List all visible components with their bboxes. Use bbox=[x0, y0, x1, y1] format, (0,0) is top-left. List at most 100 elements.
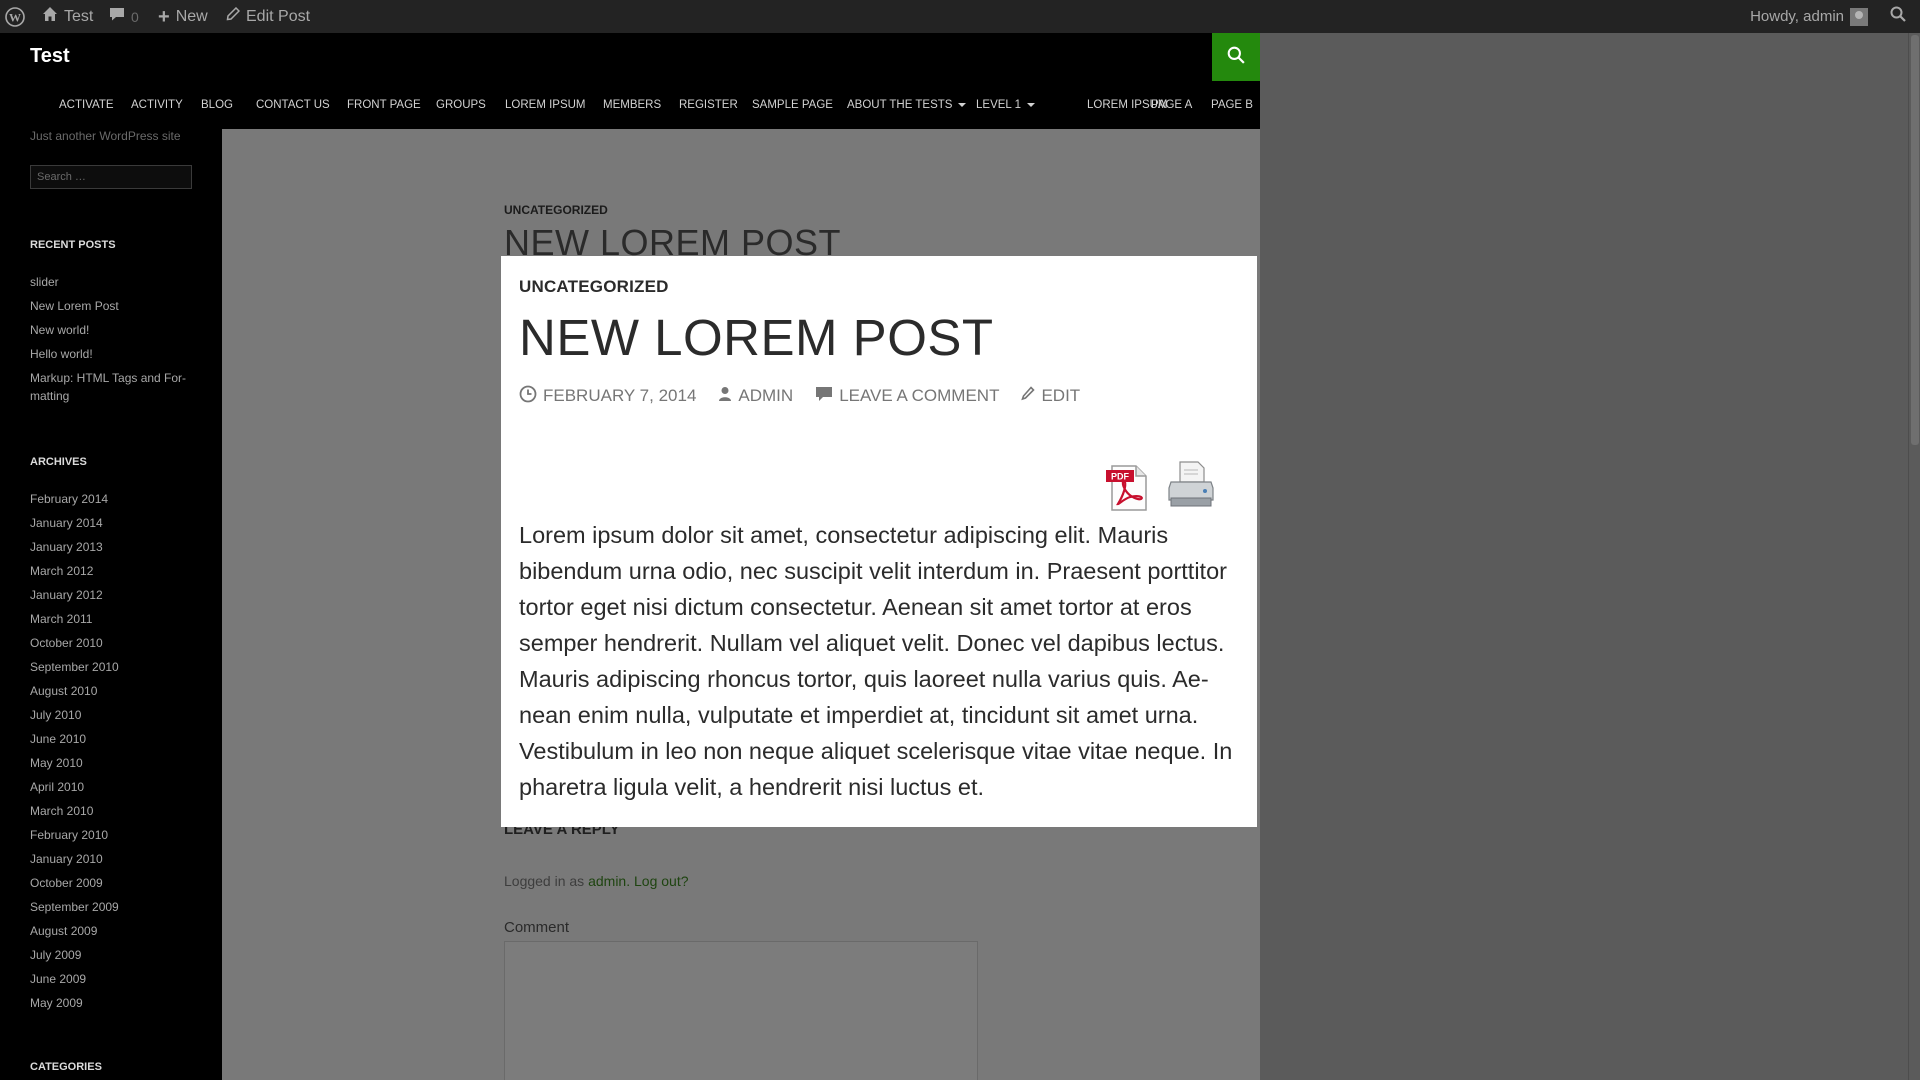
admin-bar-new[interactable]: + New bbox=[158, 0, 208, 33]
admin-bar-site-name: Test bbox=[64, 7, 94, 25]
nav-item-level-1[interactable]: LEVEL 1 bbox=[976, 81, 1035, 129]
edit-post-link[interactable]: EDIT bbox=[1021, 385, 1081, 407]
recent-post-link[interactable]: Hello world! bbox=[30, 345, 200, 363]
comment-icon bbox=[109, 6, 125, 27]
archive-link[interactable]: August 2010 bbox=[30, 682, 200, 700]
site-title[interactable]: Test bbox=[30, 45, 70, 68]
avatar bbox=[1850, 7, 1868, 26]
comment-count: 0 bbox=[131, 8, 139, 25]
print-preview-modal: UNCATEGORIZED NEW LOREM POST FEBRUARY 7,… bbox=[501, 256, 1257, 827]
archive-link[interactable]: April 2010 bbox=[30, 778, 200, 796]
nav-item-activity[interactable]: ACTIVITY bbox=[131, 81, 183, 129]
admin-bar-comments[interactable]: 0 bbox=[109, 0, 139, 33]
logged-in-user-link[interactable]: admin bbox=[588, 873, 626, 889]
search-icon bbox=[1227, 46, 1245, 69]
post-date-link[interactable]: FEBRUARY 7, 2014 bbox=[519, 385, 696, 408]
leave-comment-label: LEAVE A COMMENT bbox=[839, 386, 1000, 405]
categories-title: CATEGORIES bbox=[30, 1061, 102, 1073]
archive-link[interactable]: September 2009 bbox=[30, 898, 200, 916]
svg-text:PDF: PDF bbox=[1111, 472, 1130, 482]
dropdown-caret-icon bbox=[1026, 102, 1035, 107]
pencil-icon bbox=[1021, 385, 1036, 407]
post-date: FEBRUARY 7, 2014 bbox=[543, 386, 697, 405]
archives-title: ARCHIVES bbox=[30, 456, 87, 468]
recent-post-link[interactable]: New world! bbox=[30, 321, 200, 339]
archive-link[interactable]: January 2014 bbox=[30, 514, 200, 532]
archive-link[interactable]: September 2010 bbox=[30, 658, 200, 676]
nav-item-level-1-label: LEVEL 1 bbox=[976, 99, 1021, 111]
nav-item-blog[interactable]: BLOG bbox=[201, 81, 233, 129]
search-toggle[interactable] bbox=[1212, 33, 1260, 81]
pencil-icon bbox=[226, 6, 241, 26]
post-author: ADMIN bbox=[738, 386, 794, 405]
nav-item-front-page[interactable]: FRONT PAGE bbox=[347, 81, 421, 129]
nav-item-members[interactable]: MEMBERS bbox=[603, 81, 661, 129]
admin-bar-my-account[interactable]: Howdy, admin bbox=[1750, 0, 1868, 33]
dropdown-caret-icon bbox=[958, 102, 967, 107]
recent-post-link[interactable]: Markup: HTML Tags and For-matting bbox=[30, 369, 200, 405]
archive-link[interactable]: March 2011 bbox=[30, 610, 200, 628]
leave-comment-link[interactable]: LEAVE A COMMENT bbox=[815, 386, 999, 407]
post-category-link[interactable]: UNCATEGORIZED bbox=[504, 203, 608, 217]
comment-icon bbox=[815, 386, 833, 407]
post-author-link[interactable]: ADMIN bbox=[718, 386, 793, 407]
recent-post-link[interactable]: New Lorem Post bbox=[30, 297, 200, 315]
archive-link[interactable]: January 2013 bbox=[30, 538, 200, 556]
archive-link[interactable]: October 2010 bbox=[30, 634, 200, 652]
wordpress-logo-icon[interactable]: W bbox=[5, 0, 31, 33]
home-icon bbox=[42, 6, 58, 27]
clock-icon bbox=[519, 385, 537, 408]
edit-label: EDIT bbox=[1041, 386, 1081, 405]
logged-in-prefix: Logged in as bbox=[504, 873, 585, 889]
site-tagline: Just another WordPress site bbox=[30, 129, 181, 143]
archive-link[interactable]: July 2010 bbox=[30, 706, 200, 724]
admin-bar-new-label: New bbox=[175, 7, 208, 25]
logged-in-period: . bbox=[626, 873, 631, 889]
admin-bar-edit-post[interactable]: Edit Post bbox=[226, 0, 310, 33]
nav-item-about-the-tests[interactable]: ABOUT THE TESTS bbox=[847, 81, 967, 129]
archive-link[interactable]: July 2009 bbox=[30, 946, 200, 964]
nav-item-activate[interactable]: ACTIVATE bbox=[59, 81, 114, 129]
archive-link[interactable]: January 2012 bbox=[30, 586, 200, 604]
howdy-text: Howdy, admin bbox=[1750, 8, 1844, 25]
nav-item-lorem-ipsum[interactable]: LOREM IPSUM bbox=[505, 81, 586, 129]
scrollbar[interactable] bbox=[1908, 33, 1920, 1080]
post-meta: FEBRUARY 7, 2014 ADMIN LEAVE A COMMENT E… bbox=[519, 384, 1102, 408]
search-icon bbox=[1890, 6, 1906, 27]
archive-link[interactable]: June 2010 bbox=[30, 730, 200, 748]
logged-in-notice: Logged in as admin. Log out? bbox=[504, 873, 689, 889]
nav-item-sample-page[interactable]: SAMPLE PAGE bbox=[752, 81, 833, 129]
comment-label: Comment bbox=[504, 919, 570, 936]
archive-link[interactable]: January 2010 bbox=[30, 850, 200, 868]
archive-link[interactable]: March 2010 bbox=[30, 802, 200, 820]
post-body: Lorem ipsum dolor sit amet, consectetur … bbox=[519, 522, 1233, 800]
nav-item-register[interactable]: REGISTER bbox=[679, 81, 738, 129]
modal-category[interactable]: UNCATEGORIZED bbox=[519, 277, 669, 297]
sidebar-search-input[interactable]: Search … bbox=[30, 165, 192, 189]
recent-post-link[interactable]: slider bbox=[30, 273, 200, 291]
nav-item-page-b[interactable]: PAGE B bbox=[1211, 81, 1253, 129]
nav-item-page-a[interactable]: PAGE A bbox=[1151, 81, 1192, 129]
archive-link[interactable]: May 2009 bbox=[30, 994, 200, 1012]
archive-link[interactable]: February 2010 bbox=[30, 826, 200, 844]
admin-bar-site-link[interactable]: Test bbox=[42, 0, 93, 33]
printer-icon[interactable] bbox=[1168, 460, 1214, 510]
nav-item-groups[interactable]: GROUPS bbox=[436, 81, 486, 129]
pdf-icon[interactable]: PDF bbox=[1104, 464, 1152, 512]
archive-link[interactable]: May 2010 bbox=[30, 754, 200, 772]
admin-bar-search[interactable] bbox=[1890, 0, 1906, 33]
primary-menu: ACTIVATE ACTIVITY BLOG CONTACT US FRONT … bbox=[0, 81, 1260, 129]
page-background bbox=[1260, 33, 1908, 1080]
nav-item-contact-us[interactable]: CONTACT US bbox=[256, 81, 330, 129]
archive-link[interactable]: March 2012 bbox=[30, 562, 200, 580]
svg-text:W: W bbox=[9, 10, 21, 24]
archive-link[interactable]: June 2009 bbox=[30, 970, 200, 988]
archive-link[interactable]: August 2009 bbox=[30, 922, 200, 940]
comment-textarea[interactable] bbox=[504, 941, 978, 1080]
sidebar: Just another WordPress site Search … REC… bbox=[0, 129, 222, 1080]
archive-link[interactable]: October 2009 bbox=[30, 874, 200, 892]
recent-posts-title: RECENT POSTS bbox=[30, 239, 116, 251]
scrollbar-thumb[interactable] bbox=[1911, 35, 1919, 445]
logout-link[interactable]: Log out? bbox=[634, 873, 689, 889]
archive-link[interactable]: February 2014 bbox=[30, 490, 200, 508]
